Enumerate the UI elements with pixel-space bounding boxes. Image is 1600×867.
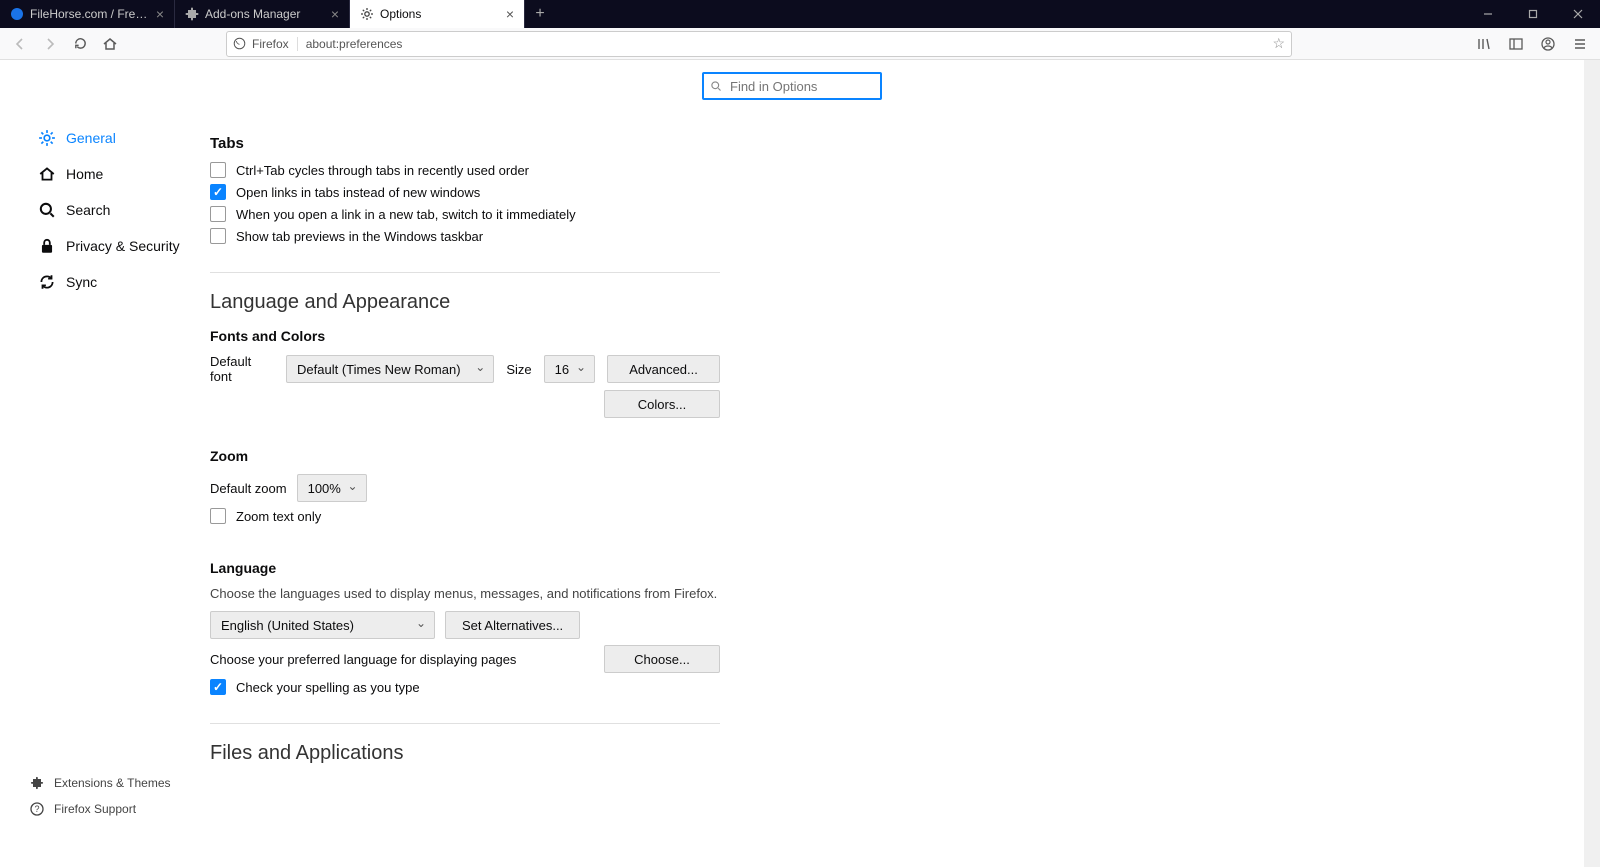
- close-icon[interactable]: ×: [331, 6, 339, 22]
- default-font-label: Default font: [210, 354, 274, 384]
- link-label: Extensions & Themes: [54, 776, 171, 790]
- url-identity: Firefox: [233, 37, 298, 51]
- preferences-content: General Home Search Privacy & Security S…: [0, 60, 1584, 867]
- sidebar-bottom: Extensions & Themes ? Firefox Support: [30, 770, 171, 822]
- font-size-select[interactable]: 16: [544, 355, 595, 383]
- checkbox-switch-immediately[interactable]: [210, 206, 226, 222]
- category-home[interactable]: Home: [30, 156, 200, 192]
- close-window-button[interactable]: [1555, 0, 1600, 28]
- checkbox-spellcheck[interactable]: [210, 679, 226, 695]
- category-general[interactable]: General: [30, 120, 200, 156]
- choose-language-button[interactable]: Choose...: [604, 645, 720, 673]
- category-label: Search: [66, 202, 110, 218]
- divider: [210, 723, 720, 724]
- language-desc: Choose the languages used to display men…: [210, 586, 720, 601]
- url-identity-label: Firefox: [252, 37, 289, 51]
- fonts-colors-title: Fonts and Colors: [210, 328, 720, 344]
- checkbox-open-links-tabs[interactable]: [210, 184, 226, 200]
- extensions-themes-link[interactable]: Extensions & Themes: [30, 770, 171, 796]
- reload-button[interactable]: [66, 30, 94, 58]
- checkbox-tab-previews[interactable]: [210, 228, 226, 244]
- advanced-fonts-button[interactable]: Advanced...: [607, 355, 720, 383]
- gear-icon: [360, 7, 374, 21]
- checkbox-label: When you open a link in a new tab, switc…: [236, 207, 576, 222]
- home-icon: [38, 165, 56, 183]
- url-bar[interactable]: Firefox about:preferences ☆: [226, 31, 1292, 57]
- category-sidebar: General Home Search Privacy & Security S…: [0, 60, 200, 867]
- tab-label: Options: [380, 7, 500, 21]
- language-title: Language: [210, 560, 720, 576]
- set-alternatives-button[interactable]: Set Alternatives...: [445, 611, 580, 639]
- back-button[interactable]: [6, 30, 34, 58]
- close-icon[interactable]: ×: [156, 6, 164, 22]
- zoom-title: Zoom: [210, 448, 720, 464]
- default-zoom-label: Default zoom: [210, 481, 287, 496]
- checkbox-ctrl-tab[interactable]: [210, 162, 226, 178]
- sync-icon: [38, 273, 56, 291]
- search-wrap: [702, 72, 882, 100]
- checkbox-label: Zoom text only: [236, 509, 321, 524]
- forward-button[interactable]: [36, 30, 64, 58]
- lock-icon: [38, 237, 56, 255]
- font-size-label: Size: [506, 362, 531, 377]
- search-input[interactable]: [702, 72, 882, 100]
- url-text: about:preferences: [306, 37, 1265, 51]
- checkbox-label: Ctrl+Tab cycles through tabs in recently…: [236, 163, 529, 178]
- category-label: Home: [66, 166, 103, 182]
- nav-toolbar: Firefox about:preferences ☆: [0, 28, 1600, 60]
- vertical-scrollbar[interactable]: [1584, 60, 1600, 867]
- puzzle-icon: [30, 776, 44, 790]
- checkbox-label: Open links in tabs instead of new window…: [236, 185, 480, 200]
- divider: [210, 272, 720, 273]
- tabs-section-title: Tabs: [210, 135, 720, 152]
- minimize-button[interactable]: [1465, 0, 1510, 28]
- checkbox-zoom-text-only[interactable]: [210, 508, 226, 524]
- checkbox-label: Check your spelling as you type: [236, 680, 420, 695]
- browser-tab-filehorse[interactable]: FileHorse.com / Free Software ×: [0, 0, 175, 28]
- default-font-select[interactable]: Default (Times New Roman): [286, 355, 494, 383]
- close-icon[interactable]: ×: [506, 6, 514, 22]
- window-controls: [1465, 0, 1600, 28]
- favicon-filehorse: [10, 7, 24, 21]
- home-button[interactable]: [96, 30, 124, 58]
- category-sync[interactable]: Sync: [30, 264, 200, 300]
- browser-tab-options[interactable]: Options ×: [350, 0, 525, 28]
- category-label: Sync: [66, 274, 97, 290]
- sidebar-button[interactable]: [1502, 30, 1530, 58]
- new-tab-button[interactable]: +: [525, 0, 555, 28]
- main-pane: Tabs Ctrl+Tab cycles through tabs in rec…: [200, 60, 740, 867]
- pages-language-desc: Choose your preferred language for displ…: [210, 652, 516, 667]
- category-privacy[interactable]: Privacy & Security: [30, 228, 200, 264]
- puzzle-icon: [185, 7, 199, 21]
- section-files-applications: Files and Applications: [210, 742, 720, 765]
- checkbox-label: Show tab previews in the Windows taskbar: [236, 229, 483, 244]
- locale-select[interactable]: English (United States): [210, 611, 435, 639]
- maximize-button[interactable]: [1510, 0, 1555, 28]
- firefox-support-link[interactable]: ? Firefox Support: [30, 796, 171, 822]
- section-language-appearance: Language and Appearance: [210, 291, 720, 314]
- category-search[interactable]: Search: [30, 192, 200, 228]
- bookmark-star-icon[interactable]: ☆: [1272, 35, 1285, 52]
- search-icon: [38, 201, 56, 219]
- title-bar: FileHorse.com / Free Software × Add-ons …: [0, 0, 1600, 28]
- tab-label: FileHorse.com / Free Software: [30, 7, 150, 21]
- colors-button[interactable]: Colors...: [604, 390, 720, 418]
- firefox-icon: [233, 37, 246, 50]
- browser-tab-addons[interactable]: Add-ons Manager ×: [175, 0, 350, 28]
- library-button[interactable]: [1470, 30, 1498, 58]
- category-label: General: [66, 130, 116, 146]
- account-button[interactable]: [1534, 30, 1562, 58]
- search-icon: [710, 80, 722, 92]
- link-label: Firefox Support: [54, 802, 136, 816]
- default-zoom-select[interactable]: 100%: [297, 474, 367, 502]
- gear-icon: [38, 129, 56, 147]
- help-icon: ?: [30, 802, 44, 816]
- svg-text:?: ?: [34, 804, 39, 814]
- tab-label: Add-ons Manager: [205, 7, 325, 21]
- menu-button[interactable]: [1566, 30, 1594, 58]
- category-label: Privacy & Security: [66, 238, 180, 254]
